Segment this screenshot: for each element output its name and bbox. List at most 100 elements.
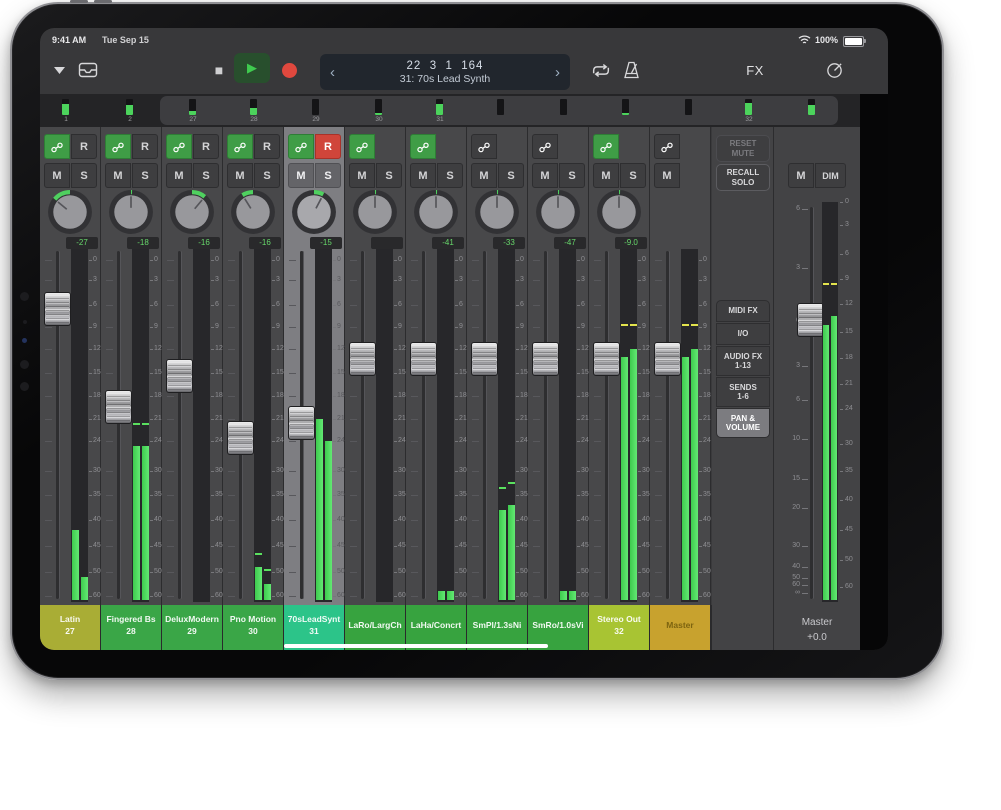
volume-fader[interactable] [227, 421, 254, 455]
master-fader-track[interactable] [810, 207, 813, 599]
fader-track[interactable] [605, 251, 608, 599]
automation-mode-button[interactable] [654, 134, 680, 159]
lcd-display[interactable]: ‹ 22 3 1 164 31: 70s Lead Synth › [320, 54, 570, 90]
cycle-icon[interactable] [588, 52, 614, 88]
section-button-midi-fx[interactable]: MIDI FX [716, 300, 770, 322]
volume-fader[interactable] [471, 342, 498, 376]
mute-button[interactable]: M [593, 163, 619, 188]
volume-fader[interactable] [654, 342, 681, 376]
volume-fader[interactable] [532, 342, 559, 376]
volume-fader[interactable] [105, 390, 132, 424]
automation-mode-button[interactable] [532, 134, 558, 159]
track-name-label[interactable]: Stereo Out32 [589, 605, 649, 650]
volume-fader[interactable] [44, 292, 71, 326]
mute-button[interactable]: M [532, 163, 558, 188]
fx-button[interactable]: FX [740, 52, 770, 88]
automation-mode-button[interactable] [166, 134, 192, 159]
mute-button[interactable]: M [471, 163, 497, 188]
mute-button[interactable]: M [44, 163, 70, 188]
section-button-pan-volume[interactable]: PAN &VOLUME [716, 408, 770, 438]
automation-mode-button[interactable] [44, 134, 70, 159]
automation-mode-button[interactable] [105, 134, 131, 159]
fader-track[interactable] [544, 251, 547, 599]
volume-fader[interactable] [166, 359, 193, 393]
settings-gear-icon[interactable] [822, 52, 846, 88]
pan-knob[interactable] [230, 189, 276, 235]
automation-mode-button[interactable] [471, 134, 497, 159]
track-overview-strip[interactable]: 12272829303132 [40, 94, 860, 127]
record-enable-button[interactable]: R [132, 134, 158, 159]
pan-knob[interactable] [291, 189, 337, 235]
automation-mode-button[interactable] [349, 134, 375, 159]
pan-knob[interactable] [352, 189, 398, 235]
track-name-label[interactable]: Latin27 [40, 605, 100, 650]
lcd-prev-icon[interactable]: ‹ [328, 65, 337, 80]
automation-mode-button[interactable] [227, 134, 253, 159]
solo-button[interactable]: S [71, 163, 97, 188]
reset-mute-button[interactable]: RESETMUTE [716, 135, 770, 162]
pan-knob[interactable] [535, 189, 581, 235]
fader-track[interactable] [483, 251, 486, 599]
master-dim-button[interactable]: DIM [815, 163, 846, 188]
metronome-icon[interactable] [618, 52, 644, 88]
solo-button[interactable]: S [315, 163, 341, 188]
master-volume-fader[interactable] [797, 303, 824, 337]
automation-mode-button[interactable] [593, 134, 619, 159]
mute-button[interactable]: M [349, 163, 375, 188]
record-enable-button[interactable]: R [315, 134, 341, 159]
play-button[interactable]: ▶ [234, 53, 270, 83]
mute-button[interactable]: M [227, 163, 253, 188]
section-button-sends-1-6[interactable]: SENDS1-6 [716, 377, 770, 407]
solo-button[interactable]: S [437, 163, 463, 188]
volume-fader[interactable] [349, 342, 376, 376]
section-button-i-o[interactable]: I/O [716, 323, 770, 345]
fader-track[interactable] [178, 251, 181, 599]
section-button-audio-fx-1-13[interactable]: AUDIO FX1-13 [716, 346, 770, 376]
pan-knob[interactable] [108, 189, 154, 235]
fader-track[interactable] [666, 251, 669, 599]
volume-fader[interactable] [288, 406, 315, 440]
pan-knob[interactable] [47, 189, 93, 235]
chevron-down-icon[interactable] [50, 52, 68, 88]
pan-knob[interactable] [169, 189, 215, 235]
track-name-label[interactable]: Fingered Bs28 [101, 605, 161, 650]
track-name-label[interactable]: Pno Motion30 [223, 605, 283, 650]
fader-track[interactable] [422, 251, 425, 599]
pan-knob[interactable] [596, 189, 642, 235]
master-mute-button[interactable]: M [788, 163, 814, 188]
solo-button[interactable]: S [193, 163, 219, 188]
automation-mode-button[interactable] [288, 134, 314, 159]
solo-button[interactable]: S [376, 163, 402, 188]
automation-mode-button[interactable] [410, 134, 436, 159]
mute-button[interactable]: M [410, 163, 436, 188]
solo-button[interactable]: S [620, 163, 646, 188]
fader-track[interactable] [361, 251, 364, 599]
channel-scroll-indicator[interactable] [284, 644, 548, 648]
track-name-label[interactable]: DeluxModern29 [162, 605, 222, 650]
solo-button[interactable]: S [254, 163, 280, 188]
solo-button[interactable]: S [559, 163, 585, 188]
volume-fader[interactable] [593, 342, 620, 376]
overview-track-number: 1 [54, 116, 78, 123]
solo-button[interactable]: S [132, 163, 158, 188]
record-button[interactable] [278, 52, 300, 88]
level-meter [498, 249, 515, 602]
track-name-label[interactable]: Master [650, 605, 710, 650]
record-enable-button[interactable]: R [193, 134, 219, 159]
stop-button[interactable]: ■ [208, 52, 230, 88]
peak-level-readout: -41 [432, 237, 464, 249]
lcd-next-icon[interactable]: › [553, 65, 562, 80]
library-inbox-icon[interactable] [76, 52, 100, 88]
mute-button[interactable]: M [166, 163, 192, 188]
solo-button[interactable]: S [498, 163, 524, 188]
fader-track[interactable] [117, 251, 120, 599]
pan-knob[interactable] [474, 189, 520, 235]
mute-button[interactable]: M [288, 163, 314, 188]
pan-knob[interactable] [413, 189, 459, 235]
mute-button[interactable]: M [654, 163, 680, 188]
volume-fader[interactable] [410, 342, 437, 376]
mute-button[interactable]: M [105, 163, 131, 188]
recall-solo-button[interactable]: RECALLSOLO [716, 164, 770, 191]
record-enable-button[interactable]: R [254, 134, 280, 159]
record-enable-button[interactable]: R [71, 134, 97, 159]
